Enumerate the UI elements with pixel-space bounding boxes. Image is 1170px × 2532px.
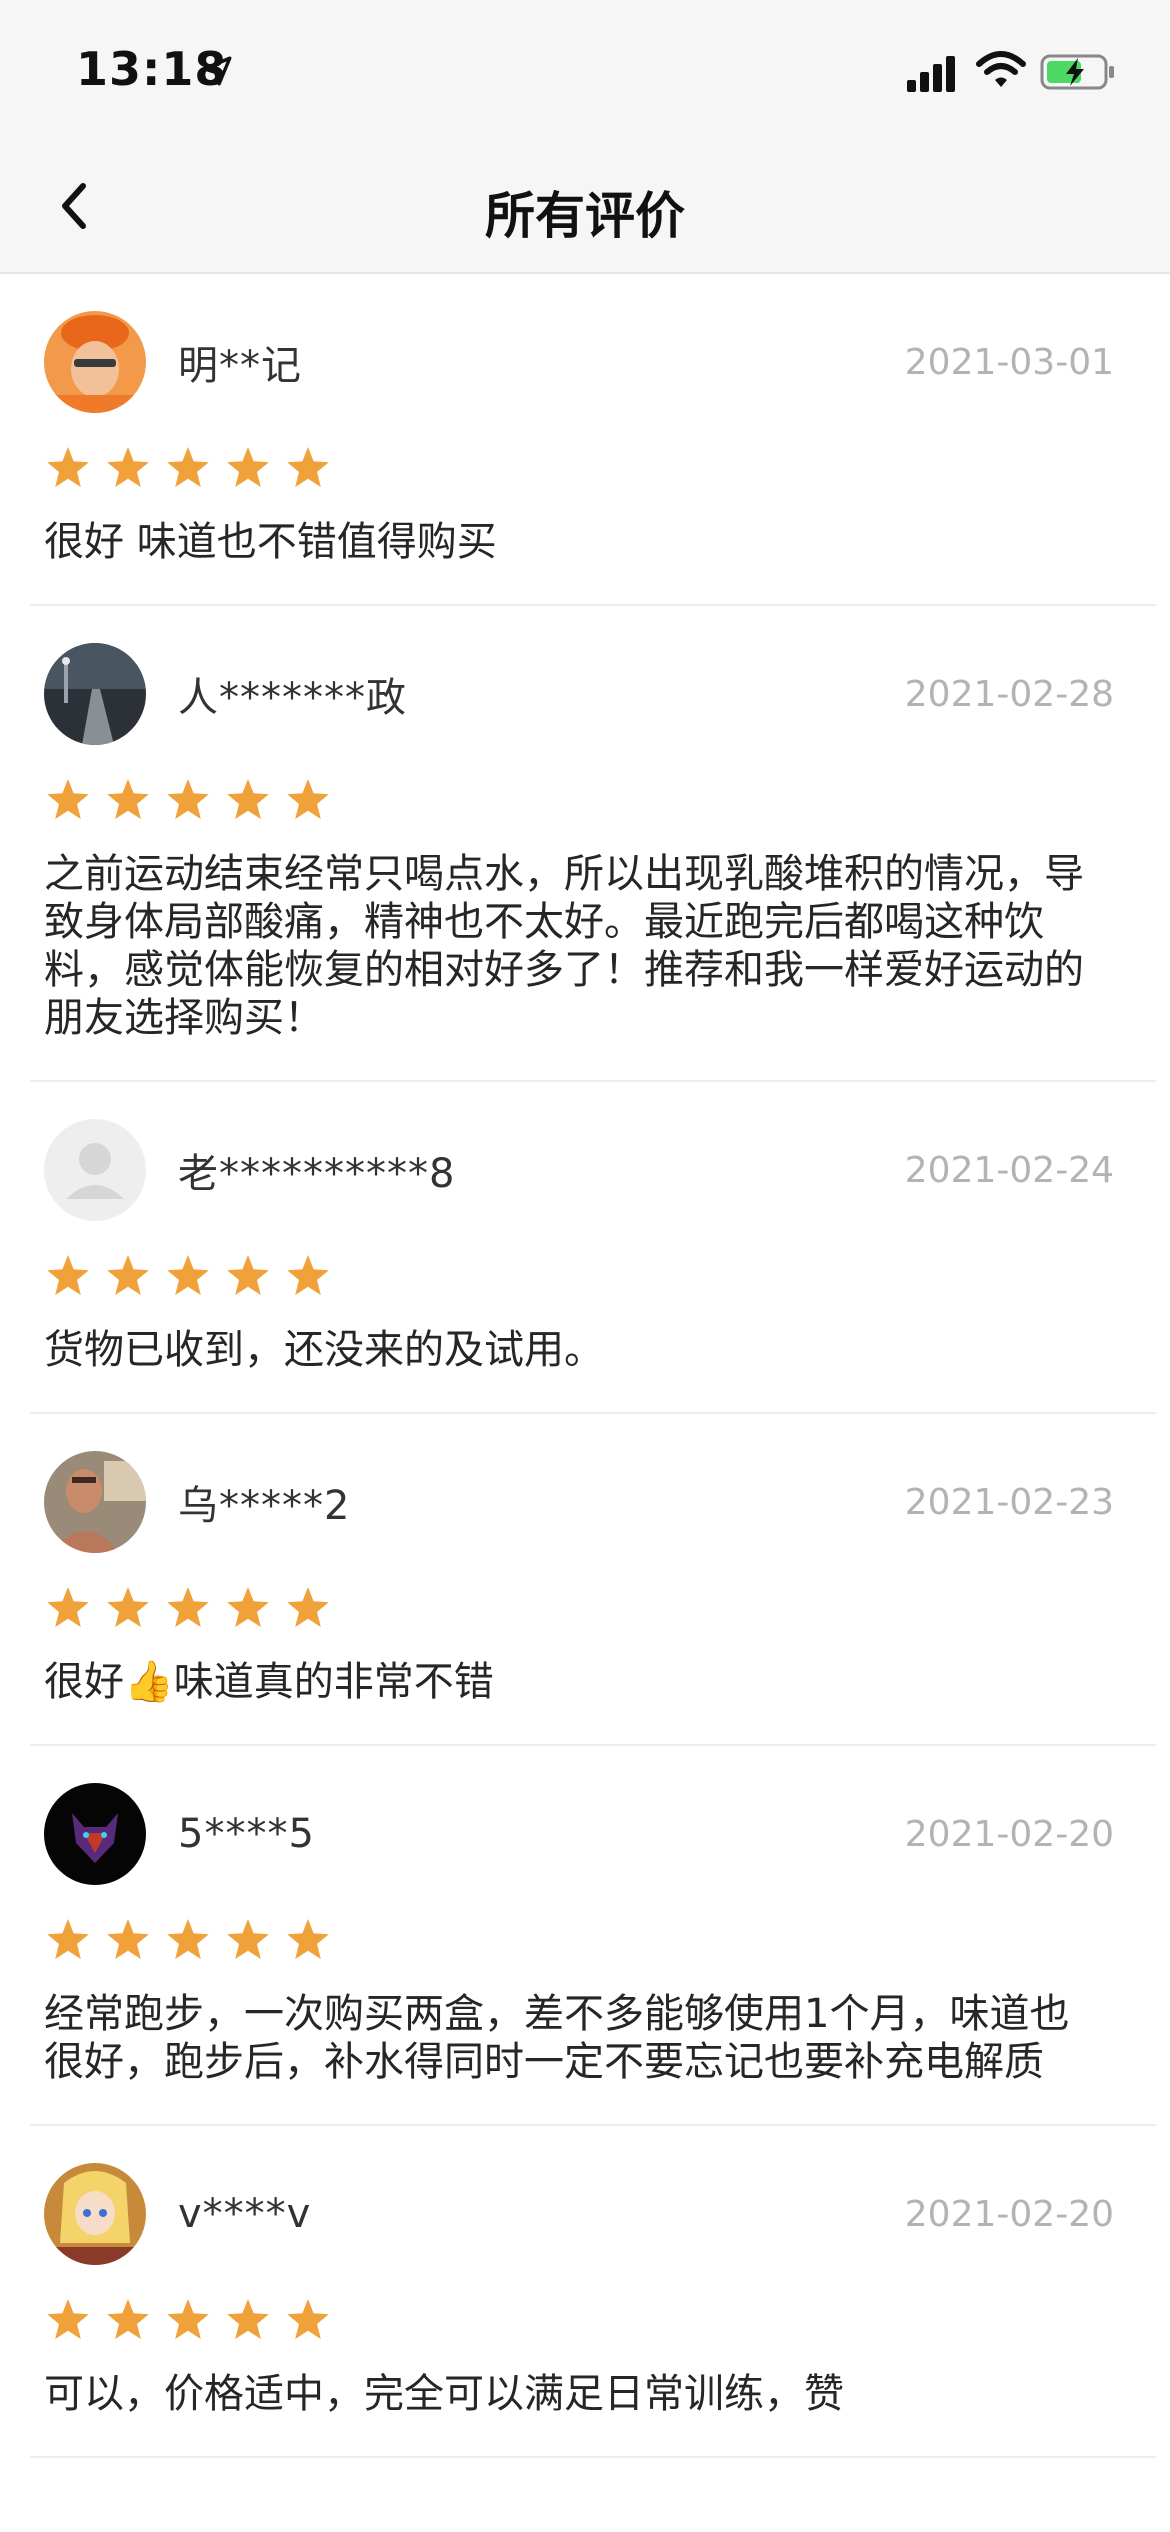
review-date: 2021-02-23 [904, 1481, 1114, 1523]
star-icon [47, 2299, 89, 2339]
battery-charging-icon [1040, 54, 1114, 90]
review-date: 2021-02-20 [904, 2193, 1114, 2235]
star-icon [287, 779, 329, 819]
star-icon [287, 1255, 329, 1295]
star-rating [44, 2296, 1142, 2344]
star-icon [287, 2299, 329, 2339]
review-item: 明**记 2021-03-01 很好 味道也不错值得购买 [30, 274, 1156, 606]
review-item: v****v 2021-02-20 可以，价格适中，完全可以满足日常训练，赞 [30, 2126, 1156, 2458]
star-icon [167, 2299, 209, 2339]
star-rating [44, 776, 1142, 824]
page-title: 所有评价 [485, 187, 685, 245]
avatar[interactable] [44, 643, 146, 745]
star-icon [107, 779, 149, 819]
review-item: 人*******政 2021-02-28 之前运动结束经常只喝点水，所以出现乳酸… [30, 606, 1156, 1082]
star-icon [47, 1255, 89, 1295]
star-icon [227, 1587, 269, 1627]
review-item: 老**********8 2021-02-24 货物已收到，还没来的及试用。 [30, 1082, 1156, 1414]
star-rating [44, 1584, 1142, 1632]
username: 人*******政 [178, 675, 407, 721]
username: v****v [178, 2191, 312, 2237]
star-icon [47, 779, 89, 819]
star-icon [107, 1587, 149, 1627]
star-icon [227, 779, 269, 819]
star-rating [44, 1252, 1142, 1300]
location-arrow-icon [202, 56, 232, 86]
avatar[interactable] [44, 1783, 146, 1885]
star-rating [44, 1916, 1142, 1964]
star-icon [227, 1255, 269, 1295]
star-icon [47, 1587, 89, 1627]
review-date: 2021-02-28 [904, 673, 1114, 715]
review-text: 经常跑步，一次购买两盒，差不多能够使用1个月，味道也很好，跑步后，补水得同时一定… [44, 1991, 1070, 2085]
star-icon [167, 779, 209, 819]
username: 乌*****2 [178, 1483, 351, 1529]
star-icon [47, 447, 89, 487]
review-text: 很好👍味道真的非常不错 [44, 1659, 494, 1705]
review-text: 很好 味道也不错值得购买 [44, 519, 497, 565]
review-item: 5****5 2021-02-20 经常跑步，一次购买两盒，差不多能够使用1个月… [30, 1746, 1156, 2126]
review-text: 可以，价格适中，完全可以满足日常训练，赞 [44, 2371, 844, 2417]
star-icon [107, 1919, 149, 1959]
username: 老**********8 [178, 1151, 456, 1197]
username: 5****5 [178, 1811, 315, 1857]
review-date: 2021-03-01 [904, 341, 1114, 383]
cellular-signal-icon [907, 56, 955, 92]
status-bar: 13:18 [0, 0, 1170, 140]
username: 明**记 [178, 343, 302, 389]
star-icon [227, 1919, 269, 1959]
avatar[interactable] [44, 311, 146, 413]
star-icon [287, 1587, 329, 1627]
avatar[interactable] [44, 1451, 146, 1553]
review-text: 之前运动结束经常只喝点水，所以出现乳酸堆积的情况，导致身体局部酸痛，精神也不太好… [44, 851, 1084, 1041]
star-icon [167, 1587, 209, 1627]
star-icon [227, 2299, 269, 2339]
star-icon [167, 1919, 209, 1959]
star-icon [167, 1255, 209, 1295]
navigation-bar: 所有评价 [0, 140, 1170, 274]
star-rating [44, 444, 1142, 492]
review-item: 乌*****2 2021-02-23 很好👍味道真的非常不错 [30, 1414, 1156, 1746]
star-icon [107, 1255, 149, 1295]
star-icon [287, 447, 329, 487]
wifi-icon [976, 51, 1026, 87]
star-icon [107, 2299, 149, 2339]
avatar[interactable] [44, 1119, 146, 1221]
star-icon [227, 447, 269, 487]
star-icon [287, 1919, 329, 1959]
review-date: 2021-02-24 [904, 1149, 1114, 1191]
star-icon [107, 447, 149, 487]
review-text: 货物已收到，还没来的及试用。 [44, 1327, 604, 1373]
review-list: 明**记 2021-03-01 很好 味道也不错值得购买 人*******政 2… [0, 274, 1170, 2458]
review-date: 2021-02-20 [904, 1813, 1114, 1855]
avatar[interactable] [44, 2163, 146, 2265]
star-icon [47, 1919, 89, 1959]
star-icon [167, 447, 209, 487]
